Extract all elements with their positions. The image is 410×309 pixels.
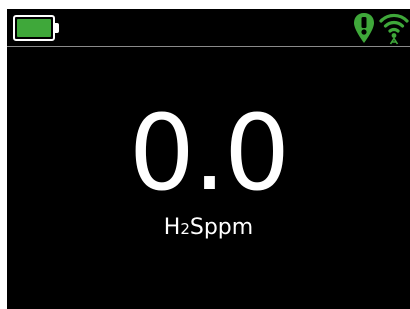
battery-icon <box>13 15 59 41</box>
location-alert-icon <box>354 13 374 43</box>
gas-reading-value: 0.0 <box>128 92 290 214</box>
gas-name-subscript: 2 <box>180 220 190 238</box>
battery-tip <box>55 23 59 33</box>
gas-unit-label: H2Sppm <box>7 215 410 242</box>
battery-fill <box>17 19 51 37</box>
wifi-icon <box>379 13 409 45</box>
status-bar <box>7 9 410 47</box>
gas-name-prefix: H <box>163 215 181 240</box>
gas-name-suffix: S <box>189 215 204 240</box>
unit-ppm: ppm <box>203 215 254 240</box>
detector-screen: 0.0 H2Sppm <box>7 9 410 309</box>
status-divider <box>7 46 410 47</box>
